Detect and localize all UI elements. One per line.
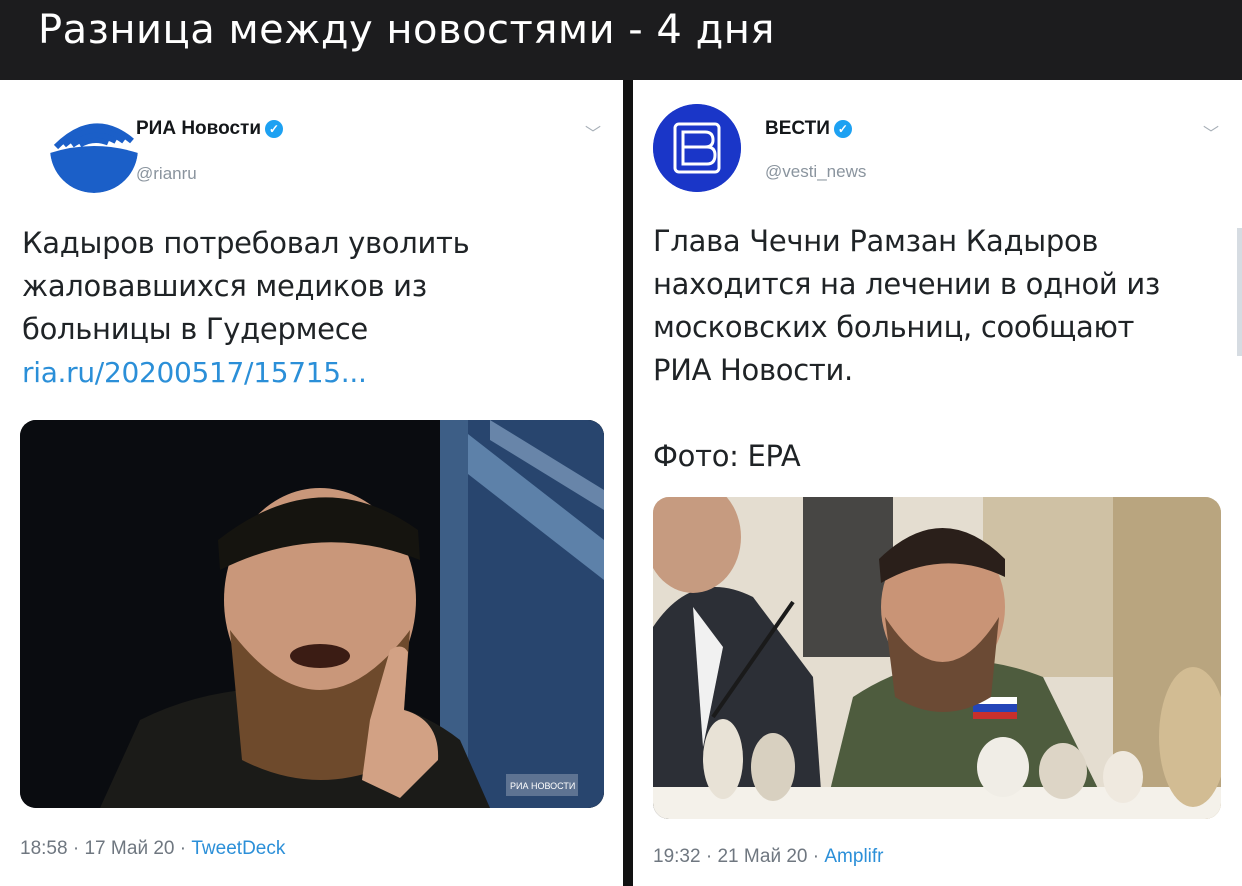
vesti-avatar[interactable] <box>653 104 741 192</box>
scrollbar[interactable] <box>1237 228 1242 356</box>
tweet-text-line: Кадыров потребовал уволить <box>22 226 470 260</box>
tweet-text-line: больницы в Гудермесе <box>22 312 368 346</box>
tweet-date[interactable]: 21 Май 20 <box>717 846 807 867</box>
tweet-text-line: жаловавшихся медиков из <box>22 269 427 303</box>
verified-badge-icon: ✓ <box>265 119 283 138</box>
tweet-meta: 18:58 · 17 Май 20 · TweetDeck <box>20 838 285 860</box>
tweet-text-line: Глава Чечни Рамзан Кадыров <box>653 224 1099 258</box>
account-name[interactable]: ВЕСТИ <box>765 118 830 139</box>
tweet-source[interactable]: TweetDeck <box>191 838 285 859</box>
tweet-text: Глава Чечни Рамзан Кадыров находится на … <box>653 220 1160 478</box>
tweet-card-vesti[interactable]: ВЕСТИ ✓ @vesti_news ﹀ Глава Чечни Рамзан … <box>633 80 1242 886</box>
photo-credit: Фото: EPA <box>653 439 801 473</box>
tweet-time[interactable]: 19:32 <box>653 846 701 867</box>
tweet-text-line: РИА Новости. <box>653 353 853 387</box>
meta-separator: · <box>812 846 820 867</box>
account-name[interactable]: РИА Новости <box>136 118 261 139</box>
tweet-text-line: московских больниц, сообщают <box>653 310 1135 344</box>
ria-logo-icon <box>50 105 138 193</box>
photo-kadyrov-meeting <box>653 497 1221 819</box>
tweet-link[interactable]: ria.ru/20200517/15715... <box>22 351 469 394</box>
meta-separator: · <box>179 838 187 859</box>
account-handle[interactable]: @vesti_news <box>765 162 866 182</box>
photo-kadyrov-speaking: РИА НОВОСТИ <box>20 420 604 808</box>
verified-badge-icon: ✓ <box>833 119 852 138</box>
meta-separator: · <box>705 846 713 867</box>
tweet-date[interactable]: 17 Май 20 <box>84 838 174 859</box>
tweet-meta: 19:32 · 21 Май 20 · Amplifr <box>653 846 884 868</box>
tweet-card-ria[interactable]: РИА Новости ✓ @rianru ﹀ Кадыров потребова… <box>0 80 623 886</box>
panel-divider <box>623 80 633 886</box>
watermark-text: РИА НОВОСТИ <box>510 781 575 791</box>
header-bar: Разница между новостями - 4 дня <box>0 0 1242 80</box>
tweet-text-line: находится на лечении в одной из <box>653 267 1161 301</box>
account-name-row[interactable]: РИА Новости ✓ <box>136 118 283 140</box>
vesti-logo-icon <box>653 104 741 192</box>
ria-avatar[interactable] <box>50 105 138 193</box>
account-handle[interactable]: @rianru <box>136 164 197 184</box>
account-name-row[interactable]: ВЕСТИ ✓ <box>765 118 852 140</box>
tweet-time[interactable]: 18:58 <box>20 838 68 859</box>
meta-separator: · <box>72 838 80 859</box>
tweet-photo[interactable] <box>653 497 1221 819</box>
tweet-text: Кадыров потребовал уволить жаловавшихся … <box>22 222 470 394</box>
tweet-source[interactable]: Amplifr <box>824 846 883 867</box>
tweet-photo[interactable]: РИА НОВОСТИ <box>20 420 604 808</box>
page-title: Разница между новостями - 4 дня <box>38 7 775 53</box>
chevron-down-icon[interactable]: ﹀ <box>1203 120 1219 144</box>
tweet-text-spacer <box>653 392 1160 435</box>
chevron-down-icon[interactable]: ﹀ <box>585 120 601 144</box>
